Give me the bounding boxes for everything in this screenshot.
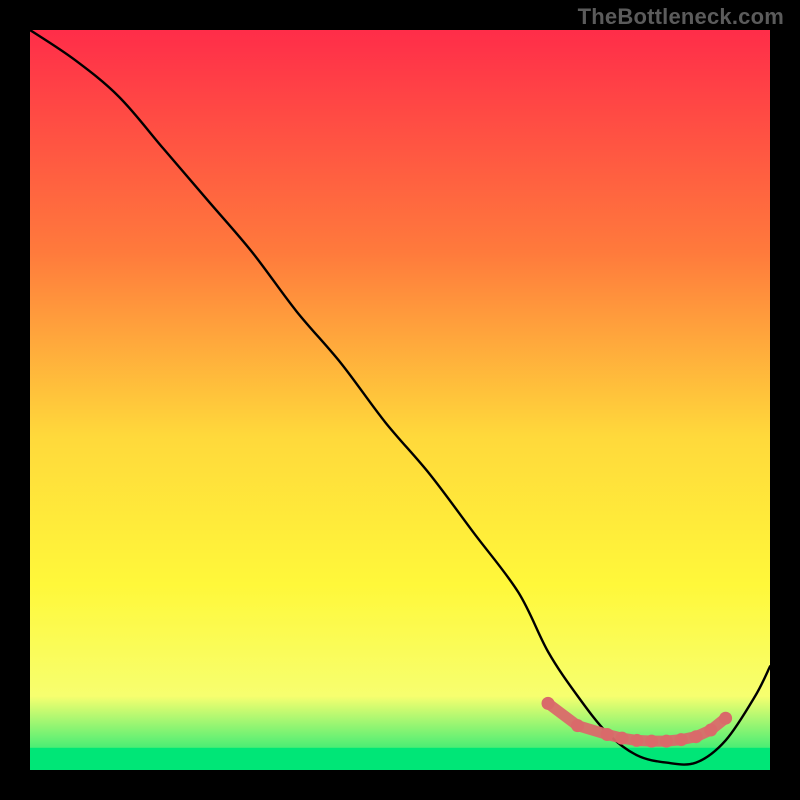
optimal-range-marker — [645, 735, 658, 748]
chart-frame: TheBottleneck.com — [0, 0, 800, 800]
optimal-range-marker — [704, 724, 717, 737]
gradient-background — [30, 30, 770, 770]
optimal-range-marker — [719, 712, 732, 725]
optimal-range-marker — [675, 733, 688, 746]
optimal-range-marker — [660, 735, 673, 748]
optimal-range-marker — [542, 697, 555, 710]
optimal-range-marker — [630, 734, 643, 747]
optimal-range-marker — [690, 730, 703, 743]
optimal-green-band — [30, 748, 770, 770]
optimal-range-marker — [601, 728, 614, 741]
bottleneck-chart — [0, 0, 800, 800]
optimal-range-marker — [616, 732, 629, 745]
optimal-range-marker — [571, 719, 584, 732]
